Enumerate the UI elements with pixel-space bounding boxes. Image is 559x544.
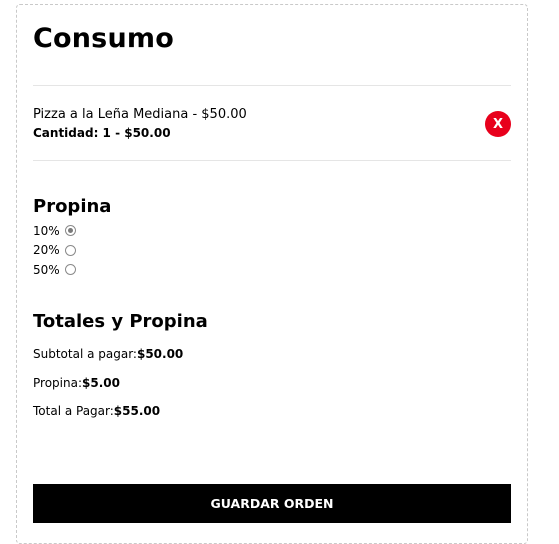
- totals-heading: Totales y Propina: [33, 311, 208, 332]
- order-summary-card: Consumo Pizza a la Leña Mediana - $50.00…: [16, 4, 528, 544]
- remove-item-button[interactable]: X: [485, 111, 511, 137]
- total-label: Total a Pagar:: [33, 404, 114, 418]
- totals-list: Subtotal a pagar:$50.00 Propina:$5.00 To…: [33, 345, 183, 431]
- subtotal-value: $50.00: [136, 347, 184, 361]
- tip-heading: Propina: [33, 196, 112, 217]
- tip-radio-50[interactable]: [64, 264, 76, 276]
- tip-option-label: 50%: [33, 262, 60, 277]
- divider: [33, 160, 511, 161]
- item-quantity: Cantidad: 1 - $50.00: [33, 126, 171, 140]
- tip-options: 10% 20% 50%: [33, 221, 76, 280]
- total-value: $55.00: [113, 404, 161, 418]
- tip-option-20[interactable]: 20%: [33, 241, 76, 261]
- tip-option-50[interactable]: 50%: [33, 260, 76, 280]
- tip-option-label: 10%: [33, 223, 60, 238]
- tip-radio-10[interactable]: [64, 225, 76, 237]
- tip-radio-20[interactable]: [64, 244, 76, 256]
- save-order-button[interactable]: GUARDAR ORDEN: [33, 484, 511, 523]
- order-item: Pizza a la Leña Mediana - $50.00 Cantida…: [33, 106, 511, 146]
- page-title: Consumo: [33, 23, 174, 54]
- subtotal-row: Subtotal a pagar:$50.00: [33, 345, 183, 374]
- tip-amount-label: Propina:: [33, 375, 82, 390]
- tip-option-10[interactable]: 10%: [33, 221, 76, 241]
- tip-amount-value: $5.00: [82, 375, 120, 390]
- item-name: Pizza a la Leña Mediana - $50.00: [33, 107, 247, 122]
- tip-amount-row: Propina:$5.00: [33, 374, 183, 403]
- divider: [33, 85, 511, 86]
- total-row: Total a Pagar:$55.00: [33, 402, 183, 431]
- subtotal-label: Subtotal a pagar:: [33, 347, 137, 361]
- tip-option-label: 20%: [33, 243, 60, 258]
